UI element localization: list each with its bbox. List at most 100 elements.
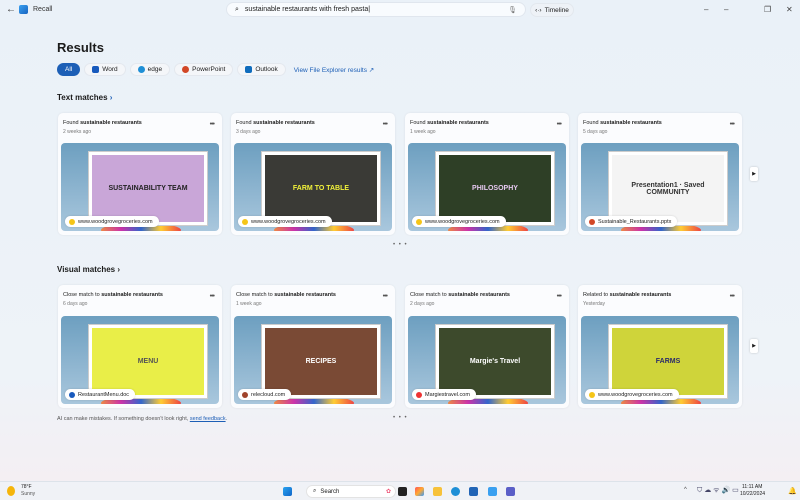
minimize-button-2[interactable]: – [724,5,728,14]
chevron-right-icon: › [109,93,113,102]
filter-label: All [65,66,73,73]
screenshot-preview[interactable]: PHILOSOPHY www.woodgrovegroceries.com [408,143,566,231]
more-options-icon[interactable]: ••• [730,293,735,300]
recall-icon[interactable] [488,487,497,496]
slide-title: SUSTAINABILITY TEAM [92,155,204,222]
card-title: Found sustainable restaurants [410,120,489,126]
screenshot-preview[interactable]: SUSTAINABILITY TEAM www.woodgrovegroceri… [61,143,219,231]
screenshot-preview[interactable]: MENU RestaurantMenu.doc [61,316,219,404]
result-card[interactable]: Close match to sustainable restaurants 2… [405,285,569,408]
slide-title: Margie's Travel [439,328,551,395]
file-explorer-link[interactable]: View File Explorer results ↗ [294,66,374,74]
source-icon [69,218,75,225]
more-options-icon[interactable]: ••• [557,121,562,128]
preview-window: SUSTAINABILITY TEAM [88,151,208,226]
file-explorer-icon[interactable] [433,487,442,496]
screenshot-preview[interactable]: RECIPES relecloud.com [234,316,392,404]
slide-title: PHILOSOPHY [439,155,551,222]
more-options-icon[interactable]: ••• [383,121,388,128]
chevron-up-icon[interactable]: ^ [684,487,687,493]
source-chip[interactable]: www.woodgrovegroceries.com [412,216,506,227]
taskbar: 78°F Sunny ⌕ Search ✿ ^ ⛉ ☁ ᯤ 🔊 ▭ 11:11 AM… [0,481,800,500]
card-date: Yesterday [583,301,606,307]
preview-window: FARMS [608,324,728,399]
more-options-icon[interactable]: ••• [383,293,388,300]
source-chip[interactable]: www.woodgrovegroceries.com [238,216,332,227]
notification-bell-icon[interactable]: 🔔 [788,487,797,495]
next-text-matches-button[interactable]: ▶ [750,167,758,181]
clock-time[interactable]: 11:11 AM [742,484,762,490]
search-input[interactable]: ⌕ sustainable restaurants with fresh past… [226,2,526,17]
source-chip[interactable]: Margiestravel.com [412,389,476,400]
weather-temp[interactable]: 78°F [21,484,32,490]
filter-label: Word [102,66,118,73]
text-matches-heading[interactable]: Text matches › [57,93,112,102]
windows-start-icon[interactable] [283,487,292,496]
card-title-term: sustainable restaurants [253,120,315,126]
card-date: 3 days ago [236,129,261,135]
slide-title: Presentation1 · Saved COMMUNITY [612,155,724,222]
card-date: 6 days ago [63,301,88,307]
more-options-icon[interactable]: ••• [210,121,215,128]
screenshot-preview[interactable]: FARMS www.woodgrovegroceries.com [581,316,739,404]
result-card[interactable]: Found sustainable restaurants 2 weeks ag… [58,113,222,235]
card-title-term: sustainable restaurants [80,120,142,126]
microphone-icon[interactable]: 🎙 [508,6,517,14]
more-options-icon[interactable]: ••• [730,121,735,128]
search-value: sustainable restaurants with fresh pasta… [244,6,371,13]
result-card[interactable]: Related to sustainable restaurants Yeste… [578,285,742,408]
screenshot-preview[interactable]: Presentation1 · Saved COMMUNITY Sustaina… [581,143,739,231]
ai-disclaimer: AI can make mistakes. If something doesn… [57,416,227,422]
visual-matches-heading[interactable]: Visual matches › [57,265,120,274]
filter-all[interactable]: All [57,63,81,76]
preview-window: Presentation1 · Saved COMMUNITY [608,151,728,226]
filter-outlook[interactable]: Outlook [237,63,286,76]
result-card[interactable]: Found sustainable restaurants 3 days ago… [231,113,395,235]
next-visual-matches-button[interactable]: ▶ [750,339,758,353]
source-chip[interactable]: www.woodgrovegroceries.com [65,216,159,227]
preview-window: FARM TO TABLE [261,151,381,226]
card-title-prefix: Found [583,120,601,126]
card-date: 1 week ago [410,129,436,135]
screenshot-preview[interactable]: Margie's Travel Margiestravel.com [408,316,566,404]
more-options-icon[interactable]: ••• [557,293,562,300]
filter-edge[interactable]: edge [129,63,171,76]
card-date: 1 week ago [236,301,262,307]
word-icon [92,66,100,73]
result-card[interactable]: Close match to sustainable restaurants 6… [58,285,222,408]
source-chip[interactable]: Sustainable_Restaurants.pptx [585,216,678,227]
chevron-right-icon: › [117,265,121,274]
task-view-icon[interactable] [398,487,407,496]
card-title-prefix: Close match to [236,292,275,298]
more-options-icon[interactable]: ••• [210,293,215,300]
close-button[interactable]: ✕ [786,5,793,14]
disclaimer-text: AI can make mistakes. If something doesn… [57,416,190,422]
copilot-icon[interactable] [415,487,424,496]
recall-logo-icon [19,5,28,14]
source-icon [589,391,595,398]
back-arrow-icon[interactable]: ← [6,4,16,15]
weather-desc[interactable]: Sunny [21,491,35,497]
restore-button[interactable]: ❐ [764,5,771,14]
taskbar-search[interactable]: ⌕ Search ✿ [306,485,396,498]
tray-icons[interactable]: ⛉ ☁ ᯤ 🔊 ▭ [697,486,739,495]
card-title-prefix: Found [236,120,254,126]
store-icon[interactable] [469,487,478,496]
filter-powerpoint[interactable]: PowerPoint [174,63,234,76]
source-chip[interactable]: RestaurantMenu.doc [65,389,136,400]
minimize-button[interactable]: – [704,5,708,14]
timeline-button[interactable]: ‹·› Timeline [530,3,574,17]
send-feedback-link[interactable]: send feedback [190,416,226,422]
sun-icon[interactable] [7,486,15,496]
source-chip[interactable]: relecloud.com [238,389,292,400]
filter-word[interactable]: Word [84,63,126,76]
teams-icon[interactable] [506,487,515,496]
edge-icon[interactable] [451,487,460,496]
source-chip[interactable]: www.woodgrovegroceries.com [585,389,679,400]
result-card[interactable]: Found sustainable restaurants 5 days ago… [578,113,742,235]
result-card[interactable]: Close match to sustainable restaurants 1… [231,285,395,408]
chevron-right-icon: ▶ [752,343,756,349]
clock-date[interactable]: 10/22/2024 [740,491,765,497]
result-card[interactable]: Found sustainable restaurants 1 week ago… [405,113,569,235]
screenshot-preview[interactable]: FARM TO TABLE www.woodgrovegroceries.com [234,143,392,231]
